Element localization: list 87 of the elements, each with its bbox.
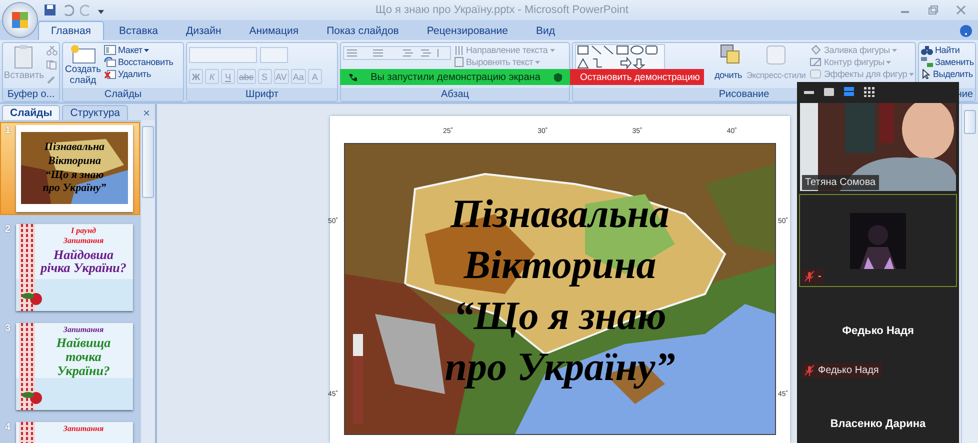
slide-number: 2 bbox=[5, 224, 12, 237]
shield-icon bbox=[554, 72, 562, 82]
caret-icon bbox=[144, 48, 150, 52]
single-view-icon[interactable] bbox=[823, 87, 835, 97]
scissors-icon bbox=[46, 46, 58, 56]
panel-tab[interactable]: Структура bbox=[62, 105, 128, 120]
ribbon-command[interactable]: Найти bbox=[921, 44, 975, 56]
ribbon-command[interactable]: Удалить bbox=[104, 68, 174, 80]
group-label: Слайды bbox=[63, 88, 183, 101]
delete-icon bbox=[104, 69, 116, 79]
effects-icon bbox=[810, 69, 822, 79]
paint-bucket-icon bbox=[810, 45, 822, 55]
ribbon-command[interactable]: Восстановить bbox=[104, 56, 174, 68]
minimize-icon[interactable] bbox=[803, 90, 815, 94]
ribbon-tab[interactable]: Главная bbox=[38, 21, 104, 40]
cursor-icon bbox=[921, 69, 931, 79]
slide-text: Вікторина bbox=[48, 156, 101, 168]
slide-text: Найдовша річка України? bbox=[38, 248, 128, 276]
slide-text: Запитання bbox=[63, 326, 104, 334]
gallery-view-icon[interactable] bbox=[863, 87, 875, 97]
scrollbar[interactable] bbox=[140, 120, 155, 443]
clipboard-icon bbox=[13, 44, 35, 70]
font-size-field[interactable] bbox=[260, 47, 288, 63]
participant-label: Тетяна Сомова bbox=[805, 176, 876, 189]
muted-microphone-icon bbox=[805, 365, 814, 376]
ribbon-tab[interactable]: Анимация bbox=[236, 21, 312, 40]
save-icon[interactable] bbox=[44, 4, 56, 16]
copy-icon bbox=[46, 60, 58, 70]
new-slide-button[interactable]: Создать слайд bbox=[65, 44, 101, 87]
help-icon[interactable] bbox=[960, 25, 972, 37]
text-direction-icon bbox=[454, 45, 464, 55]
new-slide-icon bbox=[69, 44, 97, 64]
scrollbar[interactable] bbox=[961, 104, 978, 443]
caret-icon bbox=[535, 60, 540, 64]
speaker-view-icon[interactable] bbox=[843, 87, 855, 97]
ribbon-tab[interactable]: Показ слайдов bbox=[314, 21, 412, 40]
slide-title: Пізнавальна bbox=[450, 190, 670, 238]
ribbon-tab[interactable]: Рецензирование bbox=[414, 21, 521, 40]
phone-icon bbox=[348, 72, 357, 82]
caret-icon bbox=[886, 60, 892, 64]
slide-text: Найвища точка України? bbox=[55, 336, 112, 378]
list-buttons-icon bbox=[343, 46, 451, 60]
stop-sharing-button[interactable]: Остановить демонстрацию bbox=[570, 69, 704, 85]
binoculars-icon bbox=[921, 45, 933, 55]
slide-number: 3 bbox=[5, 323, 12, 336]
arrange-button[interactable]: дочить bbox=[714, 69, 742, 81]
slide-text: Пізнавальна bbox=[44, 142, 105, 154]
caret-icon bbox=[550, 48, 555, 52]
slide-number: 1 bbox=[5, 125, 12, 138]
layout-icon bbox=[104, 45, 116, 55]
caret-icon bbox=[909, 72, 914, 76]
slide-text: Запитання bbox=[63, 237, 104, 246]
quick-styles-icon bbox=[765, 44, 787, 66]
slide-text: І раунд bbox=[71, 227, 96, 236]
participant-label: Федько Надя bbox=[818, 364, 879, 377]
muted-microphone-icon bbox=[805, 271, 814, 282]
pen-icon bbox=[810, 57, 822, 67]
close-button[interactable]: × bbox=[138, 106, 155, 120]
replace-icon bbox=[921, 57, 933, 67]
panel-tab[interactable]: Слайды bbox=[2, 105, 60, 120]
ribbon-tab[interactable]: Вид bbox=[522, 21, 568, 40]
participant-name: Власенко Дарина bbox=[830, 418, 926, 430]
group-label: Шрифт bbox=[187, 88, 337, 101]
font-name-field[interactable] bbox=[189, 47, 257, 63]
ribbon-command[interactable]: Выделить bbox=[921, 68, 975, 80]
office-logo-icon bbox=[11, 11, 29, 29]
window-title: Що я знаю про Україну.pptx - Microsoft PowerPoint bbox=[374, 4, 630, 16]
sharing-message: Вы запустили демонстрацию экрана bbox=[370, 72, 542, 82]
reset-icon bbox=[104, 57, 116, 67]
ribbon-command[interactable]: Макет bbox=[104, 44, 174, 56]
participant-name: Федько Надя bbox=[842, 324, 914, 336]
close-icon[interactable] bbox=[956, 5, 966, 15]
redo-icon[interactable] bbox=[80, 4, 92, 16]
participant-label: - bbox=[818, 270, 822, 283]
ribbon-command[interactable]: Заменить bbox=[921, 56, 975, 68]
ribbon-tab[interactable]: Дизайн bbox=[173, 21, 234, 40]
arrange-icon bbox=[720, 44, 742, 66]
slide-number: 4 bbox=[5, 422, 12, 435]
text-align-icon bbox=[454, 57, 464, 67]
undo-icon[interactable] bbox=[62, 4, 74, 16]
restore-icon[interactable] bbox=[928, 5, 938, 15]
ribbon-tab[interactable]: Вставка bbox=[106, 21, 171, 40]
slide-title: Вікторина bbox=[464, 241, 656, 289]
caret-icon bbox=[892, 48, 897, 52]
group-label: Абзац bbox=[341, 88, 569, 101]
group-label: Буфер о... bbox=[3, 88, 59, 101]
slide-text: Запитання bbox=[63, 425, 104, 434]
